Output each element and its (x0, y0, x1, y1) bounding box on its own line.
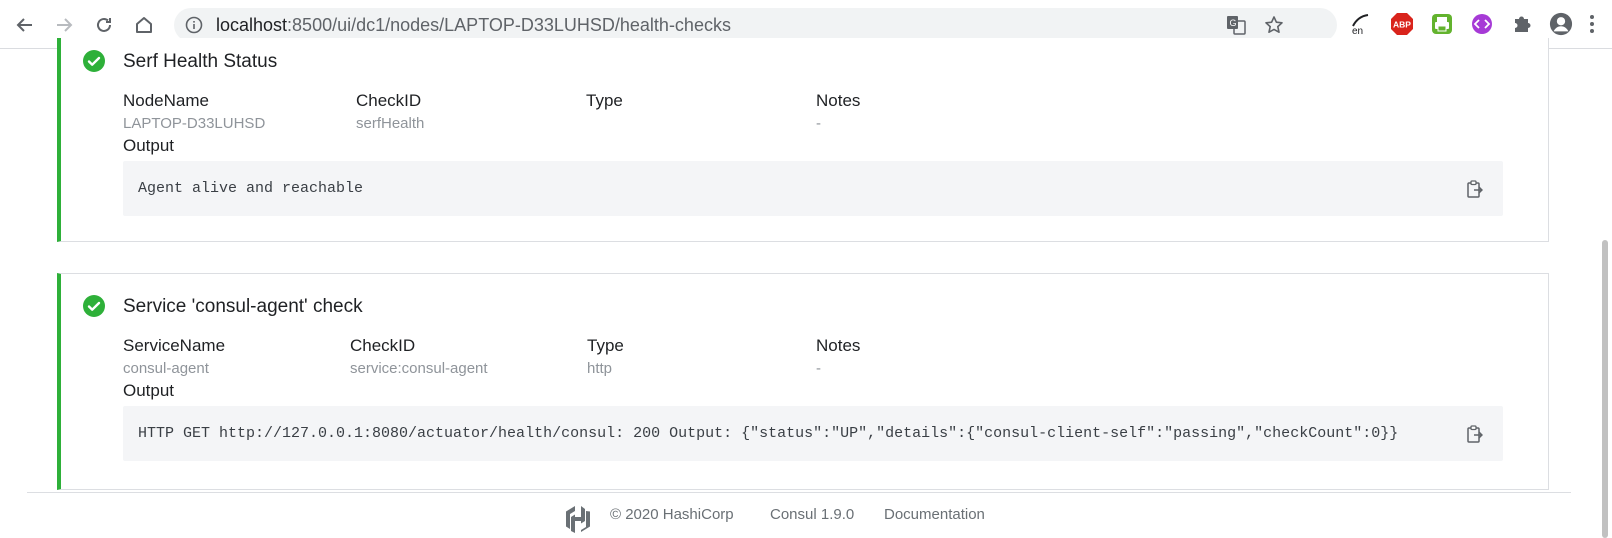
health-check-card: Serf Health Status NodeName LAPTOP-D33LU… (57, 38, 1549, 242)
translate-icon: G (1227, 16, 1246, 35)
back-arrow-icon (16, 18, 32, 32)
menu-dots-icon (1590, 15, 1594, 33)
output-box: Agent alive and reachable (123, 161, 1503, 216)
bookmark-star-button[interactable] (1264, 15, 1284, 35)
output-label: Output (123, 136, 175, 155)
code-extension-icon (1472, 14, 1492, 34)
field-value-servicename: consul-agent (123, 360, 209, 377)
abp-icon: ABP (1391, 13, 1413, 35)
check-circle-icon (83, 295, 105, 317)
profile-avatar-icon (1549, 12, 1573, 36)
output-text: Agent alive and reachable (138, 180, 364, 197)
home-button[interactable] (130, 11, 158, 39)
profile-button[interactable] (1549, 12, 1573, 36)
print-extension-icon (1432, 14, 1452, 34)
copy-clipboard-icon (1467, 180, 1483, 198)
field-value-type: http (587, 360, 613, 377)
health-check-card: Service 'consul-agent' check ServiceName… (57, 273, 1549, 490)
extension-translate-en[interactable]: en (1350, 12, 1374, 36)
footer-version-link[interactable]: Consul 1.9.0 (770, 506, 854, 523)
address-bar[interactable]: localhost:8500/ui/dc1/nodes/LAPTOP-D33LU… (174, 8, 1337, 42)
extension-adblock-plus[interactable]: ABP (1390, 12, 1414, 36)
home-icon (136, 17, 152, 33)
url-text[interactable]: localhost:8500/ui/dc1/nodes/LAPTOP-D33LU… (216, 15, 731, 36)
info-icon (185, 16, 203, 34)
field-value-checkid: service:consul-agent (350, 360, 488, 377)
check-circle-icon (83, 50, 105, 72)
field-value-notes: - (816, 360, 821, 377)
copy-clipboard-icon (1467, 425, 1483, 443)
output-box: HTTP GET http://127.0.0.1:8080/actuator/… (123, 406, 1503, 461)
forward-button[interactable] (50, 11, 78, 39)
field-value-checkid: serfHealth (356, 115, 425, 132)
en-label: en (1352, 26, 1363, 36)
reload-button[interactable] (90, 11, 118, 39)
site-info-button[interactable] (184, 15, 204, 35)
output-text: HTTP GET http://127.0.0.1:8080/actuator/… (138, 425, 1399, 442)
star-icon (1265, 16, 1283, 33)
extensions-button[interactable] (1510, 12, 1534, 36)
field-label-servicename: ServiceName (123, 336, 226, 355)
footer-documentation-link[interactable]: Documentation (884, 506, 985, 523)
check-title: Serf Health Status (123, 51, 278, 72)
field-label-nodename: NodeName (123, 91, 209, 110)
field-value-notes: - (816, 115, 821, 132)
field-label-type: Type (587, 336, 624, 355)
field-label-type: Type (586, 91, 623, 110)
field-label-checkid: CheckID (356, 91, 422, 110)
back-button[interactable] (11, 11, 39, 39)
browser-menu-button[interactable] (1584, 12, 1600, 36)
field-value-nodename: LAPTOP-D33LUHSD (123, 115, 266, 132)
field-label-notes: Notes (816, 336, 861, 355)
field-label-checkid: CheckID (350, 336, 416, 355)
scrollbar-thumb[interactable] (1602, 240, 1608, 538)
hashicorp-logo-icon[interactable] (565, 505, 591, 533)
reload-icon (97, 17, 111, 32)
copy-output-button[interactable] (1465, 179, 1485, 199)
url-host: localhost (216, 15, 288, 35)
field-label-notes: Notes (816, 91, 861, 110)
translate-button[interactable]: G (1226, 15, 1246, 35)
output-label: Output (123, 381, 175, 400)
copy-output-button[interactable] (1465, 424, 1485, 444)
extensions-puzzle-icon (1515, 16, 1531, 32)
en-extension-icon: en (1352, 14, 1369, 36)
forward-arrow-icon (57, 18, 73, 32)
extension-print[interactable] (1430, 12, 1454, 36)
abp-label: ABP (1393, 20, 1411, 30)
extension-code[interactable] (1470, 12, 1494, 36)
footer-divider (27, 492, 1571, 493)
check-title: Service 'consul-agent' check (123, 296, 363, 317)
footer-copyright: © 2020 HashiCorp (610, 506, 734, 523)
svg-text:G: G (1230, 18, 1237, 28)
url-path: :8500/ui/dc1/nodes/LAPTOP-D33LUHSD/healt… (287, 15, 731, 35)
